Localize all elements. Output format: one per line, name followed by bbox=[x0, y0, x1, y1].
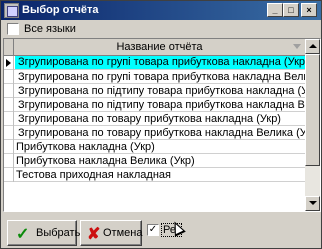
maximize-button[interactable]: □ bbox=[283, 3, 299, 17]
filter-icon[interactable] bbox=[293, 44, 301, 49]
x-icon: ✘ bbox=[87, 226, 101, 243]
row-indicator bbox=[4, 70, 14, 84]
table-row[interactable]: Згрупирована по товару прибуткова наклад… bbox=[4, 112, 305, 126]
window-title: Выбор отчёта bbox=[22, 4, 99, 16]
scroll-thumb[interactable] bbox=[305, 54, 320, 166]
row-indicator bbox=[4, 154, 14, 168]
column-header-label: Название отчёта bbox=[116, 41, 203, 53]
vertical-scrollbar[interactable] bbox=[305, 39, 320, 211]
table-row[interactable]: Згрупирована по групі товара прибуткова … bbox=[4, 70, 320, 84]
all-languages-label: Все языки bbox=[24, 23, 76, 35]
row-label: Прибуткова накладна Велика (Укр) bbox=[16, 155, 195, 167]
select-button[interactable]: ✓ Выбрать bbox=[7, 220, 81, 246]
reports-grid[interactable]: Название отчёта Згрупирована по групі то… bbox=[3, 38, 321, 212]
table-row[interactable]: Прибуткова накладна Велика (Укр) bbox=[4, 154, 305, 168]
row-label: Згрупирована по товару прибуткова наклад… bbox=[18, 113, 281, 125]
scroll-down-icon[interactable] bbox=[305, 196, 320, 211]
check-icon: ✓ bbox=[16, 226, 30, 243]
all-languages-box[interactable] bbox=[7, 23, 19, 35]
row-label: Згрупирована по підтипу товара прибутков… bbox=[18, 85, 321, 97]
footer: ✓ Выбрать ✘ Отмена ✓ Рег bbox=[1, 214, 321, 248]
row-label: Згрупирована по підтипу товара прибутков… bbox=[18, 99, 320, 111]
table-row[interactable]: Згрупирована по групі товара прибуткова … bbox=[4, 56, 309, 70]
close-button[interactable]: × bbox=[301, 3, 317, 17]
table-row[interactable]: Згрупирована по товару прибуткова наклад… bbox=[4, 126, 320, 140]
row-label: Згрупирована по групі товара прибуткова … bbox=[15, 56, 309, 69]
row-indicator bbox=[4, 168, 14, 182]
row-label: Згрупирована по товару прибуткова наклад… bbox=[18, 127, 321, 139]
row-label: Згрупирована по групі товара прибуткова … bbox=[18, 71, 321, 83]
grid-header: Название отчёта bbox=[4, 39, 305, 56]
scroll-up-icon[interactable] bbox=[305, 39, 320, 54]
cancel-button-label: Отмена bbox=[103, 227, 143, 239]
row-label: Тестова приходная накладная bbox=[16, 169, 171, 181]
table-row[interactable]: Згрупирована по підтипу товара прибутков… bbox=[4, 98, 320, 112]
row-indicator bbox=[4, 84, 14, 98]
row-indicator bbox=[4, 98, 14, 112]
report-select-window: Выбор отчёта _ □ × Все языки Название от… bbox=[0, 0, 322, 249]
table-row[interactable]: Прибуткова накладна (Укр) bbox=[4, 140, 305, 154]
table-row[interactable]: Згрупирована по підтипу товара прибутков… bbox=[4, 84, 320, 98]
grid-rows: Згрупирована по групі товара прибуткова … bbox=[4, 56, 320, 182]
row-label: Прибуткова накладна (Укр) bbox=[16, 141, 155, 153]
row-indicator bbox=[4, 126, 14, 140]
header-indicator-cell bbox=[4, 39, 14, 56]
table-row[interactable]: Тестова приходная накладная bbox=[4, 168, 305, 182]
row-indicator bbox=[4, 56, 14, 70]
minimize-button[interactable]: _ bbox=[267, 3, 283, 17]
row-indicator bbox=[4, 112, 14, 126]
app-icon bbox=[4, 3, 19, 18]
row-indicator bbox=[4, 140, 14, 154]
select-button-label: Выбрать bbox=[36, 227, 81, 239]
cancel-button[interactable]: ✘ Отмена bbox=[80, 220, 142, 246]
column-header-report-name[interactable]: Название отчёта bbox=[14, 39, 305, 56]
title-bar[interactable]: Выбор отчёта _ □ × bbox=[1, 1, 321, 20]
row-pointer-icon bbox=[6, 59, 11, 67]
reg-checkbox[interactable]: ✓ bbox=[147, 224, 159, 236]
